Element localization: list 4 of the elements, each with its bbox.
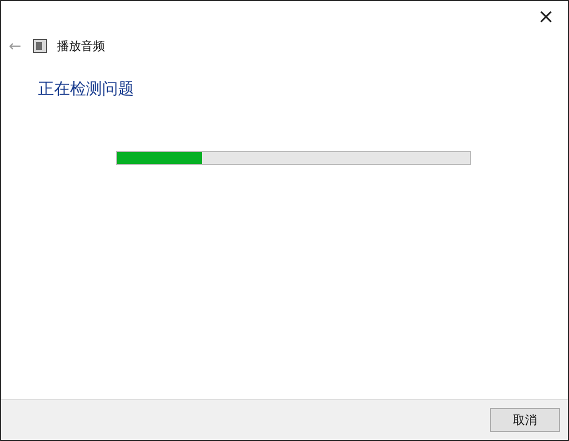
cancel-button[interactable]: 取消 — [490, 408, 560, 432]
window-title: 播放音频 — [57, 38, 105, 54]
status-heading: 正在检测问题 — [38, 79, 135, 100]
close-button[interactable]: × — [524, 1, 568, 31]
